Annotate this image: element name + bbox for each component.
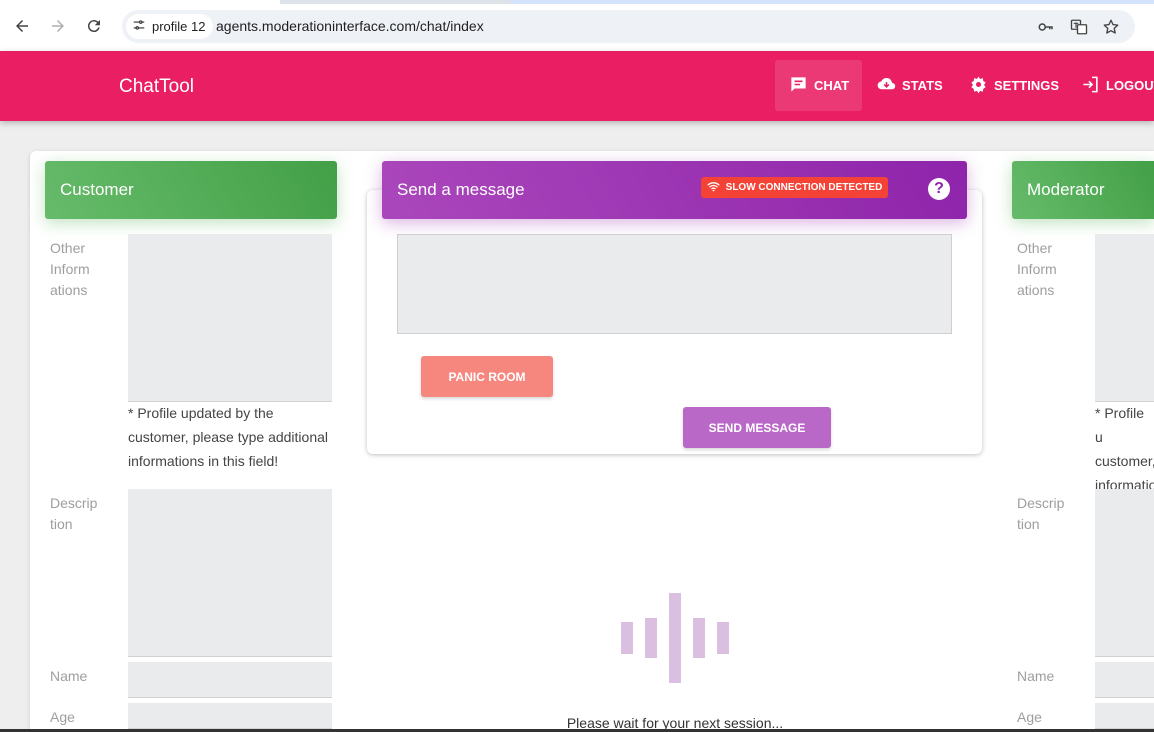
panic-room-button[interactable]: PANIC ROOM: [421, 356, 553, 397]
customer-age-label: Age: [50, 709, 75, 725]
customer-other-info-field[interactable]: [128, 234, 332, 402]
active-tab[interactable]: [0, 0, 280, 4]
moderator-description-field[interactable]: [1095, 489, 1154, 657]
nav-stats-label: STATS: [902, 78, 943, 93]
customer-name-label: Name: [50, 668, 88, 684]
nav-logout-label: LOGOUT: [1106, 78, 1154, 93]
moderator-title: Moderator: [1027, 180, 1105, 199]
customer-description-field[interactable]: [128, 489, 332, 657]
chat-icon: [789, 75, 808, 97]
brand-title[interactable]: ChatTool: [119, 76, 194, 98]
forward-icon[interactable]: [46, 14, 70, 38]
wave-bar: [693, 618, 705, 658]
nav-logout[interactable]: LOGOUT: [1067, 60, 1154, 111]
help-icon[interactable]: ?: [928, 178, 950, 200]
app-header: ChatTool CHAT STATS SETTINGS LOGOUT: [0, 51, 1154, 121]
send-message-title: Send a message: [397, 180, 525, 199]
slow-connection-badge: SLOW CONNECTION DETECTED: [701, 177, 888, 198]
slow-connection-text: SLOW CONNECTION DETECTED: [725, 182, 883, 193]
bookmark-star-icon[interactable]: [1101, 17, 1121, 37]
url-text[interactable]: agents.moderationinterface.com/chat/inde…: [216, 18, 484, 34]
moderator-name-field[interactable]: [1095, 662, 1154, 698]
key-icon[interactable]: [1036, 17, 1056, 37]
wave-bar: [645, 618, 657, 658]
moderator-age-field[interactable]: [1095, 703, 1154, 729]
reload-icon[interactable]: [82, 14, 106, 38]
send-message-button[interactable]: SEND MESSAGE: [683, 407, 831, 448]
moderator-name-label: Name: [1017, 668, 1055, 684]
wave-bar: [669, 593, 681, 683]
site-settings-icon: [132, 18, 146, 35]
customer-name-field[interactable]: [128, 662, 332, 698]
logout-icon: [1081, 75, 1100, 97]
nav-chat-label: CHAT: [814, 78, 850, 93]
moderator-header: Moderator: [1012, 161, 1154, 219]
nav-settings[interactable]: SETTINGS: [955, 60, 1073, 111]
address-bar[interactable]: profile 12 agents.moderationinterface.co…: [122, 10, 1135, 43]
customer-title: Customer: [60, 180, 134, 199]
wave-bar: [717, 622, 729, 654]
nav-stats[interactable]: STATS: [863, 60, 957, 111]
customer-profile-note: * Profile updated by the customer, pleas…: [128, 405, 329, 469]
customer-other-info-label: Other Inform ations: [50, 240, 90, 298]
moderator-age-label: Age: [1017, 709, 1042, 725]
customer-header: Customer: [45, 161, 337, 219]
gear-icon: [969, 75, 988, 97]
message-input[interactable]: [397, 234, 952, 334]
customer-age-field[interactable]: [128, 703, 332, 729]
moderator-profile-note: * Profile u customer, informatio: [1095, 405, 1154, 493]
back-icon[interactable]: [10, 14, 34, 38]
moderator-other-info-field[interactable]: [1095, 234, 1154, 402]
profile-label: profile 12: [152, 19, 206, 34]
nav-chat[interactable]: CHAT: [775, 60, 862, 111]
browser-toolbar: profile 12 agents.moderationinterface.co…: [0, 0, 1154, 51]
moderator-description-label: Descrip tion: [1017, 495, 1065, 532]
site-info-chip[interactable]: profile 12: [126, 14, 214, 39]
moderator-other-info-label: Other Inform ations: [1017, 240, 1057, 298]
cloud-download-icon: [877, 75, 896, 97]
wifi-icon: [707, 180, 720, 196]
inactive-tab[interactable]: [510, 0, 1154, 4]
customer-description-label: Descrip tion: [50, 495, 98, 532]
wave-bar: [621, 622, 633, 654]
nav-settings-label: SETTINGS: [994, 78, 1060, 93]
translate-icon[interactable]: [1069, 17, 1089, 37]
